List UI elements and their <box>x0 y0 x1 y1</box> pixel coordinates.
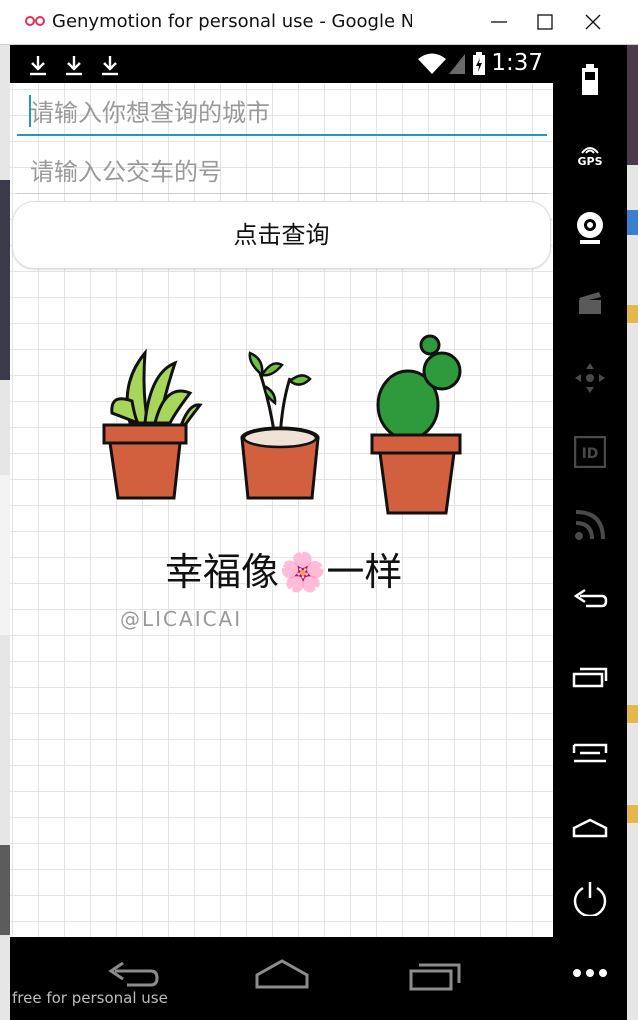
window-title: Genymotion for personal use - Google N..… <box>52 11 412 32</box>
video-capture-button[interactable] <box>565 278 615 328</box>
back-icon <box>573 588 608 608</box>
app-content: 点击查询 <box>10 83 553 937</box>
sidebar-back-button[interactable] <box>565 575 615 625</box>
download-icon <box>102 56 118 76</box>
watermark-text: free for personal use <box>12 989 168 1007</box>
download-icon <box>66 56 82 76</box>
sprout-plant-icon <box>240 351 320 500</box>
svg-text:ID: ID <box>582 446 599 462</box>
illustration-signature: @LICAICAI <box>120 607 242 631</box>
home-icon <box>572 818 608 838</box>
genymotion-sidebar: GPS ID <box>553 45 627 1020</box>
battery-icon <box>473 52 485 75</box>
minimize-button[interactable] <box>476 0 522 45</box>
sidebar-home-button[interactable] <box>565 803 615 853</box>
gps-icon <box>581 146 599 154</box>
query-button[interactable]: 点击查询 <box>12 201 551 269</box>
rss-icon <box>575 510 605 540</box>
sidebar-menu-button[interactable] <box>565 728 615 778</box>
minimize-icon <box>491 21 507 23</box>
sidebar-recent-apps-button[interactable] <box>565 652 615 702</box>
gps-label: GPS <box>577 154 603 168</box>
wifi-icon <box>418 53 446 74</box>
battery-icon <box>582 64 598 95</box>
webcam-icon <box>577 212 603 244</box>
webcam-widget-button[interactable] <box>565 203 615 253</box>
maximize-button[interactable] <box>522 0 568 45</box>
more-options-button[interactable] <box>565 948 615 998</box>
id-icon: ID <box>574 436 606 468</box>
recent-apps-icon[interactable] <box>407 957 463 993</box>
maximize-icon <box>537 14 553 30</box>
power-icon <box>573 882 607 916</box>
genymotion-logo-icon <box>25 16 45 26</box>
illustration-caption: 幸福像🌸一样 <box>165 550 402 594</box>
download-icon <box>30 56 46 76</box>
home-icon[interactable] <box>253 957 311 993</box>
move-icon <box>575 363 605 393</box>
cactus-illustration: 幸福像🌸一样 @LICAICAI <box>102 334 462 631</box>
cactus-plant-icon <box>370 334 462 515</box>
bus-number-input[interactable] <box>17 150 547 194</box>
back-icon[interactable] <box>105 957 159 993</box>
status-bar: 1:37 <box>10 45 553 83</box>
desktop-background-right <box>627 45 638 1020</box>
power-button[interactable] <box>565 873 615 923</box>
battery-widget-button[interactable] <box>565 55 615 105</box>
recent-apps-icon <box>572 667 608 688</box>
close-window-button[interactable] <box>570 0 616 45</box>
android-screen: 1:37 点击查询 <box>10 45 553 937</box>
move-widget-button[interactable] <box>565 353 615 403</box>
window-titlebar: Genymotion for personal use - Google N..… <box>0 0 638 45</box>
text-cursor <box>29 95 31 127</box>
succulent-plant-icon <box>102 348 203 500</box>
menu-icon <box>572 743 608 763</box>
more-icon <box>573 969 607 977</box>
gps-widget-button[interactable]: GPS <box>565 130 615 180</box>
signal-icon <box>449 54 465 74</box>
status-time: 1:37 <box>491 50 543 76</box>
city-search-input[interactable] <box>17 92 547 136</box>
video-capture-icon <box>579 292 601 314</box>
device-id-button[interactable]: ID <box>565 427 615 477</box>
network-widget-button[interactable] <box>565 500 615 550</box>
android-nav-bar <box>10 937 553 1020</box>
close-icon <box>585 14 601 30</box>
